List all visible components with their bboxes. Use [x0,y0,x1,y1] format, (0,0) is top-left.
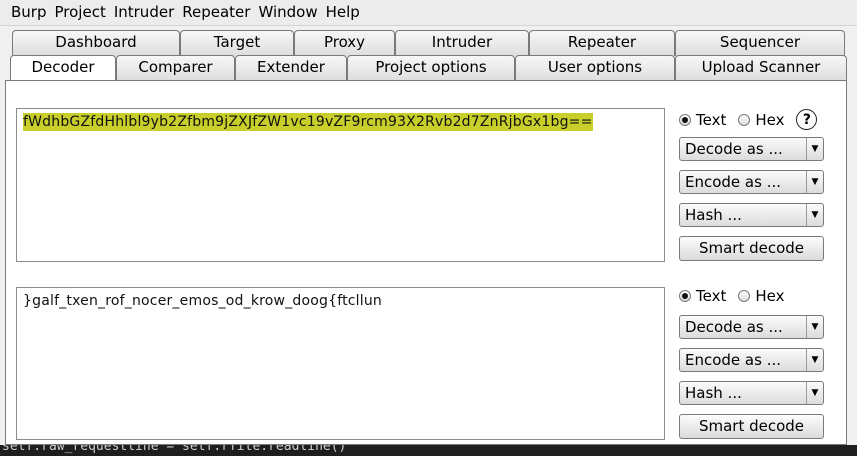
input-text-radio[interactable] [679,113,691,126]
tab-dashboard[interactable]: Dashboard [12,30,180,56]
input-hex-radio-label: Hex [755,110,785,129]
tab-project-options[interactable]: Project options [347,55,515,80]
output-text-radio[interactable] [679,290,691,302]
output-hash-select[interactable]: Hash ... ▼ [679,381,824,405]
input-hex-radio[interactable] [738,113,751,126]
output-hex-radio[interactable] [738,290,751,302]
output-smart-decode-button[interactable]: Smart decode [679,414,824,439]
output-decode-as-label: Decode as ... [685,318,783,336]
tab-intruder[interactable]: Intruder [395,30,529,56]
chevron-down-icon: ▼ [806,171,823,193]
tab-sequencer[interactable]: Sequencer [675,30,845,56]
tab-decoder[interactable]: Decoder [10,55,116,81]
output-decode-as-select[interactable]: Decode as ... ▼ [679,315,824,339]
menu-window[interactable]: Window [254,0,321,25]
input-decode-as-label: Decode as ... [685,140,783,158]
tab-upload-scanner[interactable]: Upload Scanner [675,55,847,80]
input-hash-label: Hash ... [685,206,742,224]
output-format-group: Text Hex [679,287,796,305]
output-hash-label: Hash ... [685,384,742,402]
output-encode-as-label: Encode as ... [685,351,782,369]
background-terminal: self.raw_requestline = self.rfile.readli… [0,445,857,456]
chevron-down-icon: ▼ [806,316,823,338]
input-decode-as-select[interactable]: Decode as ... ▼ [679,137,824,161]
tab-comparer[interactable]: Comparer [116,55,235,80]
input-encode-as-label: Encode as ... [685,173,782,191]
menu-help[interactable]: Help [322,0,364,25]
tab-user-options[interactable]: User options [515,55,675,80]
decoder-input-editor[interactable]: fWdhbGZfdHhlbl9yb2Zfbm9jZXJfZW1vc19vZF9r… [16,108,665,262]
output-text: }galf_txen_rof_nocer_emos_od_krow_doog{f… [23,293,383,309]
input-text: fWdhbGZfdHhlbl9yb2Zfbm9jZXJfZW1vc19vZF9r… [23,113,593,131]
menu-burp[interactable]: Burp [0,0,51,25]
menu-divider [0,25,857,26]
tab-proxy[interactable]: Proxy [294,30,395,56]
menu-bar: Burp Project Intruder Repeater Window He… [0,0,857,25]
help-icon[interactable]: ? [796,109,818,130]
chevron-down-icon: ▼ [806,138,823,160]
input-hash-select[interactable]: Hash ... ▼ [679,203,824,227]
tab-target[interactable]: Target [180,30,294,56]
chevron-down-icon: ▼ [806,382,823,404]
input-format-group: Text Hex ? [679,109,818,130]
output-text-radio-label: Text [696,287,727,305]
menu-intruder[interactable]: Intruder [110,0,178,25]
tab-repeater[interactable]: Repeater [529,30,675,56]
input-smart-decode-button[interactable]: Smart decode [679,236,824,261]
input-encode-as-select[interactable]: Encode as ... ▼ [679,170,824,194]
output-encode-as-select[interactable]: Encode as ... ▼ [679,348,824,372]
menu-repeater[interactable]: Repeater [178,0,254,25]
decoder-output-editor[interactable]: }galf_txen_rof_nocer_emos_od_krow_doog{f… [16,287,665,440]
terminal-text: self.raw_requestline = self.rfile.readli… [2,445,347,454]
input-text-radio-label: Text [696,110,727,129]
menu-project[interactable]: Project [51,0,110,25]
chevron-down-icon: ▼ [806,204,823,226]
output-hex-radio-label: Hex [755,287,785,305]
chevron-down-icon: ▼ [806,349,823,371]
tab-extender[interactable]: Extender [235,55,347,80]
